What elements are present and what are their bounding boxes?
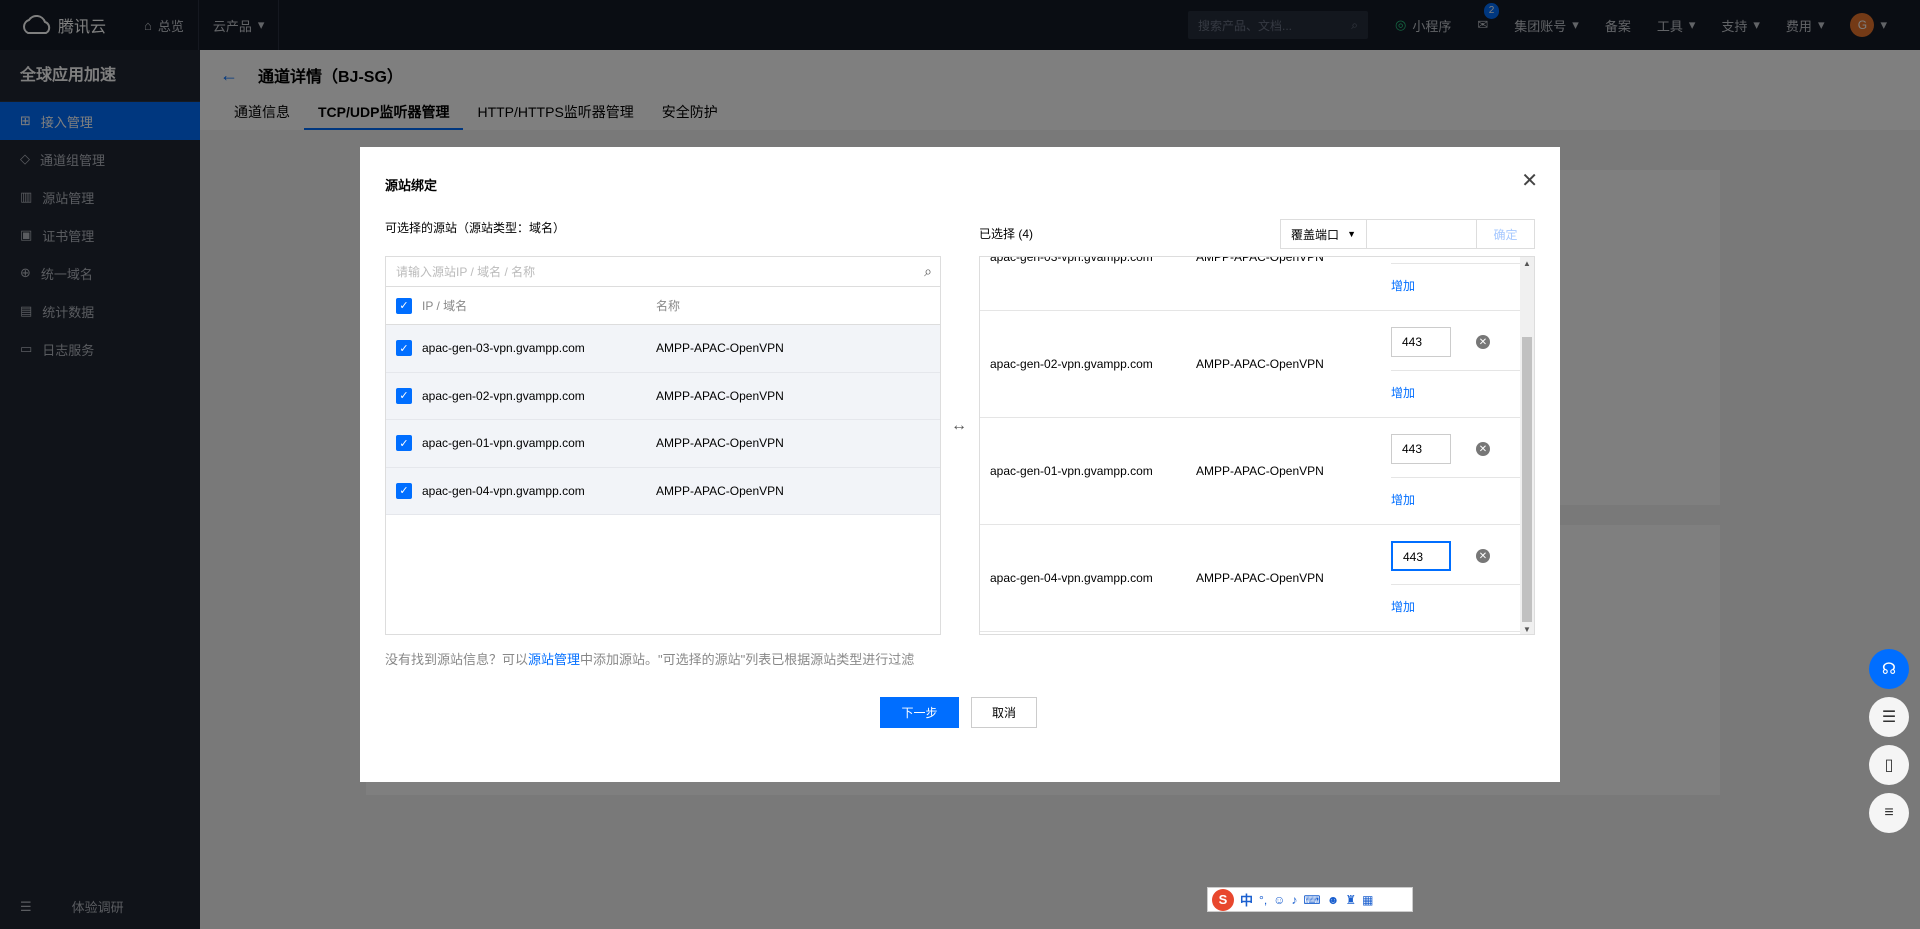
hint-prefix: 没有找到源站信息？可以	[385, 652, 529, 667]
add-port-link[interactable]: 增加	[1391, 491, 1415, 508]
row-name: AMPP-APAC-OpenVPN	[656, 436, 784, 451]
port-cell: 443 ✕ 增加	[1391, 525, 1520, 632]
caret-down-icon: ▼	[1347, 229, 1356, 239]
port-input[interactable]: 443	[1391, 434, 1451, 464]
selected-row: apac-gen-01-vpn.gvampp.com AMPP-APAC-Ope…	[980, 418, 1520, 525]
remove-icon[interactable]: ✕	[1476, 549, 1490, 563]
row-checkbox[interactable]: ✓	[396, 387, 412, 404]
origin-search-input[interactable]: 请输入源站IP / 域名 / 名称 ⌕	[386, 257, 940, 287]
scroll-down-icon[interactable]: ▼	[1523, 625, 1531, 634]
origin-search-placeholder: 请输入源站IP / 域名 / 名称	[396, 265, 536, 279]
row-checkbox[interactable]: ✓	[396, 340, 412, 357]
available-origins-list: 请输入源站IP / 域名 / 名称 ⌕ ✓ IP / 域名 名称 ✓ apac-…	[385, 256, 941, 635]
search-icon: ⌕	[924, 263, 932, 279]
cover-port-input[interactable]	[1366, 219, 1477, 249]
next-button[interactable]: 下一步	[880, 697, 959, 728]
cover-port-select[interactable]: 覆盖端口 ▼	[1280, 219, 1367, 249]
port-input[interactable]: 443	[1391, 327, 1451, 357]
port-cell: 增加	[1391, 257, 1520, 311]
divider	[1391, 477, 1520, 478]
row-host: apac-gen-04-vpn.gvampp.com	[990, 571, 1153, 585]
selected-origins-list: apac-gen-03-vpn.gvampp.com AMPP-APAC-Ope…	[979, 256, 1535, 635]
list-icon[interactable]: ☰	[1869, 697, 1909, 737]
port-cell: 443 ✕ 增加	[1391, 418, 1520, 525]
table-row[interactable]: ✓ apac-gen-03-vpn.gvampp.com AMPP-APAC-O…	[386, 325, 940, 373]
selected-row: apac-gen-03-vpn.gvampp.com AMPP-APAC-Ope…	[980, 256, 1520, 311]
table-row[interactable]: ✓ apac-gen-04-vpn.gvampp.com AMPP-APAC-O…	[386, 467, 940, 515]
column-ip: IP / 域名	[422, 299, 468, 313]
row-name: AMPP-APAC-OpenVPN	[1196, 256, 1324, 264]
add-port-link[interactable]: 增加	[1391, 598, 1415, 615]
row-name: AMPP-APAC-OpenVPN	[1196, 571, 1324, 585]
port-input[interactable]: 443	[1391, 541, 1451, 571]
available-origins-label: 可选择的源站（源站类型：域名）	[385, 221, 566, 235]
keyboard-icon[interactable]: ⌨	[1303, 893, 1320, 907]
divider	[1391, 584, 1520, 585]
add-port-link[interactable]: 增加	[1391, 277, 1415, 294]
user-icon[interactable]: ☻	[1327, 893, 1340, 907]
table-row[interactable]: ✓ apac-gen-02-vpn.gvampp.com AMPP-APAC-O…	[386, 372, 940, 420]
headset-icon[interactable]: ☊	[1869, 649, 1909, 689]
emoji-icon[interactable]: ☺	[1273, 893, 1285, 907]
scroll-up-icon[interactable]: ▲	[1523, 259, 1531, 268]
row-host: apac-gen-04-vpn.gvampp.com	[422, 483, 585, 498]
row-checkbox[interactable]: ✓	[396, 482, 412, 499]
origin-hint: 没有找到源站信息？可以源站管理中添加源站。"可选择的源站"列表已根据源站类型进行…	[385, 649, 914, 668]
divider	[1391, 263, 1520, 264]
scrollbar[interactable]: ▲ ▼	[1520, 257, 1534, 634]
grid-icon[interactable]: ▦	[1362, 893, 1373, 907]
hint-suffix: 中添加源站。"可选择的源站"列表已根据源站类型进行过滤	[580, 652, 915, 667]
selected-count-label: 已选择 (4)	[979, 227, 1034, 241]
row-host: apac-gen-03-vpn.gvampp.com	[990, 256, 1153, 264]
row-host: apac-gen-01-vpn.gvampp.com	[990, 464, 1153, 478]
ime-toolbar: S 中 °, ☺ ♪ ⌨ ☻ ♜ ▦	[1207, 887, 1413, 912]
row-name: AMPP-APAC-OpenVPN	[656, 483, 784, 498]
row-host: apac-gen-02-vpn.gvampp.com	[990, 357, 1153, 371]
divider	[1391, 370, 1520, 371]
row-name: AMPP-APAC-OpenVPN	[656, 388, 784, 403]
row-name: AMPP-APAC-OpenVPN	[1196, 357, 1324, 371]
table-header: ✓ IP / 域名 名称	[386, 287, 940, 325]
shirt-icon[interactable]: ♜	[1345, 893, 1356, 907]
remove-icon[interactable]: ✕	[1476, 442, 1490, 456]
add-port-link[interactable]: 增加	[1391, 384, 1415, 401]
row-name: AMPP-APAC-OpenVPN	[656, 341, 784, 356]
cancel-button[interactable]: 取消	[971, 697, 1037, 728]
cover-port-select-value: 覆盖端口	[1291, 227, 1340, 242]
select-all-checkbox[interactable]: ✓	[396, 297, 412, 314]
row-name: AMPP-APAC-OpenVPN	[1196, 464, 1324, 478]
origin-bind-dialog: 源站绑定 ✕ 可选择的源站（源站类型：域名） 请输入源站IP / 域名 / 名称…	[360, 147, 1560, 782]
ime-logo[interactable]: S	[1212, 888, 1234, 911]
ime-mode[interactable]: 中	[1240, 890, 1253, 909]
port-cell: 443 ✕ 增加	[1391, 311, 1520, 418]
confirm-button[interactable]: 确定	[1476, 219, 1535, 249]
book-icon[interactable]: ▯	[1869, 745, 1909, 785]
swap-arrows-icon: ↔	[951, 417, 967, 434]
selected-row: apac-gen-04-vpn.gvampp.com AMPP-APAC-Ope…	[980, 525, 1520, 632]
close-icon[interactable]: ✕	[1521, 171, 1538, 191]
row-host: apac-gen-03-vpn.gvampp.com	[422, 341, 585, 356]
row-host: apac-gen-02-vpn.gvampp.com	[422, 388, 585, 403]
row-host: apac-gen-01-vpn.gvampp.com	[422, 436, 585, 451]
microphone-icon[interactable]: ♪	[1291, 893, 1297, 907]
scroll-thumb[interactable]	[1522, 337, 1532, 622]
origin-management-link[interactable]: 源站管理	[528, 652, 580, 667]
dialog-title: 源站绑定	[385, 178, 438, 193]
column-name: 名称	[656, 299, 681, 313]
menu-icon[interactable]: ≡	[1869, 793, 1909, 833]
punctuation-icon[interactable]: °,	[1259, 893, 1267, 907]
remove-icon[interactable]: ✕	[1476, 335, 1490, 349]
row-checkbox[interactable]: ✓	[396, 435, 412, 452]
selected-row: apac-gen-02-vpn.gvampp.com AMPP-APAC-Ope…	[980, 311, 1520, 418]
table-row[interactable]: ✓ apac-gen-01-vpn.gvampp.com AMPP-APAC-O…	[386, 420, 940, 468]
